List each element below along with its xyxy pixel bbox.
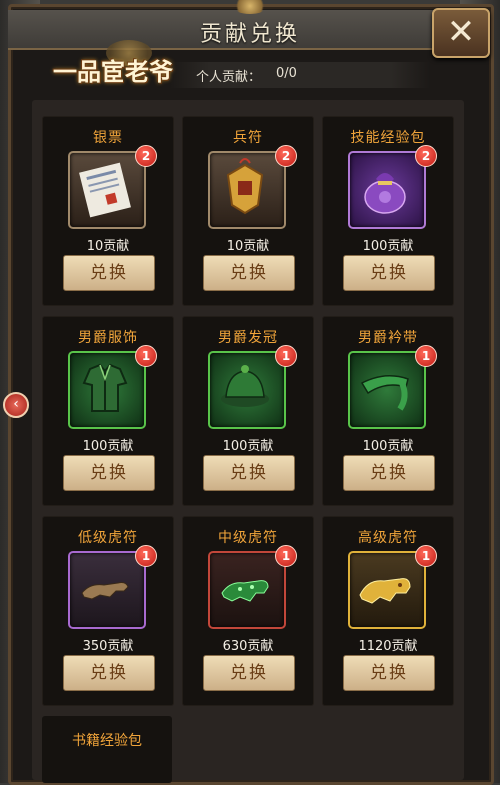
- exchange-button[interactable]: 兑换: [203, 655, 295, 691]
- exchange-button[interactable]: 兑换: [63, 655, 155, 691]
- sash-icon[interactable]: [348, 351, 426, 429]
- item-card: 兵符 2 10贡献 兑换: [182, 116, 314, 306]
- military-token-icon[interactable]: [208, 151, 286, 229]
- banknote-icon[interactable]: [68, 151, 146, 229]
- item-card: 低级虎符 1 350贡献 兑换: [42, 516, 174, 706]
- count-badge: 1: [415, 345, 437, 367]
- item-cost: 100贡献: [362, 239, 414, 254]
- jade-tiger-tally-icon[interactable]: [208, 551, 286, 629]
- count-badge: 2: [415, 145, 437, 167]
- count-badge: 1: [415, 545, 437, 567]
- item-card: 银票 2 10贡献 兑换: [42, 116, 174, 306]
- item-cost: 100贡献: [82, 439, 134, 454]
- side-expand-button[interactable]: ‹: [3, 392, 29, 418]
- item-cost: 100贡献: [222, 439, 274, 454]
- logo-text: 一品宦老爷: [53, 57, 173, 86]
- count-badge: 1: [135, 545, 157, 567]
- item-name: 男爵发冠: [218, 330, 278, 346]
- item-name: 兵符: [233, 130, 263, 146]
- item-name: 中级虎符: [218, 530, 278, 546]
- item-card: 男爵衿带 1 100贡献 兑换: [322, 316, 454, 506]
- close-button[interactable]: ✕: [432, 8, 490, 58]
- exchange-button[interactable]: 兑换: [203, 455, 295, 491]
- item-cost: 350贡献: [82, 639, 134, 654]
- item-name: 银票: [93, 130, 123, 146]
- count-badge: 1: [275, 345, 297, 367]
- item-card: 高级虎符 1 1120贡献 兑换: [322, 516, 454, 706]
- item-card: 技能经验包 2 100贡献 兑换: [322, 116, 454, 306]
- item-cost: 100贡献: [362, 439, 414, 454]
- item-card: 男爵发冠 1 100贡献 兑换: [182, 316, 314, 506]
- item-card: 男爵服饰 1 100贡献 兑换: [42, 316, 174, 506]
- exchange-button[interactable]: 兑换: [343, 255, 435, 291]
- item-name: 男爵衿带: [358, 330, 418, 346]
- exchange-button[interactable]: 兑换: [343, 455, 435, 491]
- item-name: 技能经验包: [350, 130, 426, 146]
- item-cost: 10贡献: [226, 239, 270, 254]
- contribution-value: 0/0: [276, 66, 297, 81]
- count-badge: 1: [275, 545, 297, 567]
- item-cost: 10贡献: [86, 239, 130, 254]
- hat-icon[interactable]: [208, 351, 286, 429]
- exchange-button[interactable]: 兑换: [63, 255, 155, 291]
- item-name: 高级虎符: [358, 530, 418, 546]
- item-name: 男爵服饰: [78, 330, 138, 346]
- count-badge: 1: [135, 345, 157, 367]
- chevron-left-icon: ‹: [13, 396, 19, 412]
- close-icon: ✕: [446, 12, 476, 52]
- contribution-row: 个人贡献： 0/0: [170, 62, 430, 88]
- count-badge: 2: [135, 145, 157, 167]
- bronze-tiger-tally-icon[interactable]: [68, 551, 146, 629]
- item-name: 低级虎符: [78, 530, 138, 546]
- item-card-partial: 书籍经验包: [42, 716, 172, 783]
- exchange-button[interactable]: 兑换: [203, 255, 295, 291]
- count-badge: 2: [275, 145, 297, 167]
- item-card: 中级虎符 1 630贡献 兑换: [182, 516, 314, 706]
- item-cost: 1120贡献: [358, 639, 418, 654]
- item-name: 书籍经验包: [72, 733, 142, 749]
- exchange-button[interactable]: 兑换: [343, 655, 435, 691]
- exchange-button[interactable]: 兑换: [63, 455, 155, 491]
- skill-bag-icon[interactable]: [348, 151, 426, 229]
- contribution-label: 个人贡献：: [196, 70, 262, 85]
- item-cost: 630贡献: [222, 639, 274, 654]
- gold-tiger-tally-icon[interactable]: [348, 551, 426, 629]
- robe-icon[interactable]: [68, 351, 146, 429]
- game-logo: 一品宦老爷: [44, 40, 182, 88]
